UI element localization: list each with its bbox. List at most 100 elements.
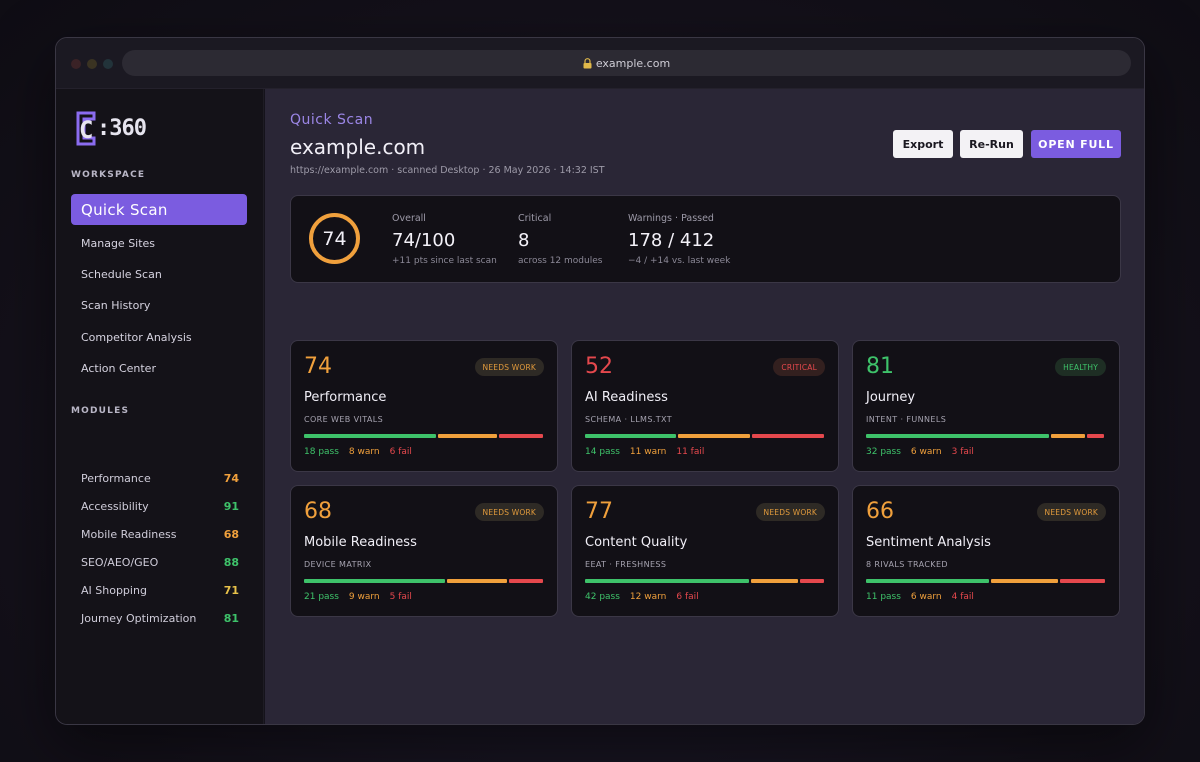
module-label: Journey Optimization <box>81 611 197 625</box>
sidebar-item-schedule-scan[interactable]: Schedule Scan <box>71 259 247 290</box>
stat-critical: Critical 8 across 12 modules <box>518 213 602 266</box>
module-score: 74 <box>223 471 239 485</box>
result-bar <box>585 434 824 438</box>
warn-count: 9 warn <box>348 592 380 602</box>
pass-segment <box>304 579 445 583</box>
result-bar <box>304 434 543 438</box>
card-title: Mobile Readiness <box>304 535 417 550</box>
fail-count: 5 fail <box>389 592 412 602</box>
module-item-accessibility[interactable]: Accessibility 91 <box>71 496 239 516</box>
warn-count: 6 warn <box>910 592 942 602</box>
sidebar-item-competitor-analysis[interactable]: Competitor Analysis <box>71 322 247 353</box>
result-counts: 32 pass 6 warn 3 fail <box>866 447 974 457</box>
module-card[interactable]: 66 NEEDS WORK Sentiment Analysis 8 RIVALS T… <box>852 485 1120 617</box>
card-title: AI Readiness <box>585 390 668 405</box>
minimize-window-dot[interactable] <box>87 59 97 69</box>
module-card[interactable]: 74 NEEDS WORK Performance CORE WEB VITALS 18… <box>290 340 558 472</box>
rerun-button[interactable]: Re-Run <box>960 130 1023 158</box>
module-item-performance[interactable]: Performance 74 <box>71 468 239 488</box>
module-item-ai-shopping[interactable]: AI Shopping 71 <box>71 580 239 600</box>
overall-score-number: 74 <box>322 227 347 250</box>
module-score: 91 <box>223 499 239 513</box>
pass-count: 14 pass <box>585 447 620 457</box>
url-text: example.com <box>595 56 671 70</box>
stat-label: Warnings · Passed <box>628 213 714 224</box>
modules-section-label: MODULES <box>71 406 130 416</box>
stat-warnings-passed: Warnings · Passed 178 / 412 −4 / +14 vs.… <box>628 213 730 266</box>
result-counts: 14 pass 11 warn 11 fail <box>585 447 704 457</box>
pass-count: 32 pass <box>866 447 901 457</box>
stat-label: Overall <box>392 213 426 224</box>
sidebar-item-action-center[interactable]: Action Center <box>71 353 247 384</box>
logo-mark-icon: C <box>76 111 96 145</box>
status-badge: HEALTHY <box>1055 358 1106 376</box>
card-subtitle: CORE WEB VITALS <box>304 415 384 424</box>
module-card[interactable]: 77 NEEDS WORK Content Quality EEAT · FRESHN… <box>571 485 839 617</box>
card-title: Journey <box>866 390 916 405</box>
summary-panel: 74 Overall 74/100 +11 pts since last sca… <box>290 195 1121 283</box>
fail-count: 6 fail <box>676 592 699 602</box>
card-title: Content Quality <box>585 535 688 550</box>
module-label: Performance <box>81 471 151 485</box>
lock-icon <box>583 57 592 68</box>
warn-count: 11 warn <box>629 447 667 457</box>
card-subtitle: INTENT · FUNNELS <box>866 415 947 424</box>
warn-segment <box>678 434 750 438</box>
warn-segment <box>1051 434 1085 438</box>
result-bar <box>866 579 1105 583</box>
stat-sub: across 12 modules <box>518 256 603 266</box>
pass-count: 18 pass <box>304 447 339 457</box>
pass-segment <box>866 434 1049 438</box>
module-score: 71 <box>223 583 239 597</box>
result-counts: 18 pass 8 warn 6 fail <box>304 447 412 457</box>
maximize-window-dot[interactable] <box>103 59 113 69</box>
module-score: 88 <box>223 555 239 569</box>
scan-meta: https://example.com · scanned Desktop · … <box>290 165 605 176</box>
fail-segment <box>509 579 543 583</box>
module-score: 68 <box>223 527 239 541</box>
address-bar[interactable]: example.com <box>122 50 1131 76</box>
warn-segment <box>751 579 799 583</box>
export-button[interactable]: Export <box>893 130 953 158</box>
logo-letter: C <box>79 116 93 144</box>
module-card[interactable]: 68 NEEDS WORK Mobile Readiness DEVICE MATRI… <box>290 485 558 617</box>
module-item-journey-optimization[interactable]: Journey Optimization 81 <box>71 608 239 628</box>
pass-count: 21 pass <box>304 592 339 602</box>
breadcrumb[interactable]: Quick Scan <box>290 112 373 128</box>
module-card[interactable]: 52 CRITICAL AI Readiness SCHEMA · LLMS.TXT 1… <box>571 340 839 472</box>
result-counts: 21 pass 9 warn 5 fail <box>304 592 412 602</box>
card-score: 66 <box>866 499 894 524</box>
fail-segment <box>499 434 543 438</box>
card-score: 81 <box>866 354 894 379</box>
module-label: SEO/AEO/GEO <box>81 555 159 569</box>
pass-count: 11 pass <box>866 592 901 602</box>
result-counts: 11 pass 6 warn 4 fail <box>866 592 974 602</box>
fail-count: 4 fail <box>951 592 974 602</box>
warn-count: 12 warn <box>629 592 667 602</box>
fail-count: 6 fail <box>389 447 412 457</box>
card-score: 52 <box>585 354 613 379</box>
fail-segment <box>1087 434 1104 438</box>
main-content: Quick Scan example.com https://example.c… <box>265 89 1144 724</box>
card-score: 74 <box>304 354 332 379</box>
close-window-dot[interactable] <box>71 59 81 69</box>
result-bar <box>304 579 543 583</box>
module-label: Accessibility <box>81 499 149 513</box>
status-badge: NEEDS WORK <box>755 503 825 521</box>
module-item-mobile-readiness[interactable]: Mobile Readiness 68 <box>71 524 239 544</box>
fail-segment <box>800 579 824 583</box>
sidebar-item-quick-scan[interactable]: Quick Scan <box>71 194 247 225</box>
module-label: Mobile Readiness <box>81 527 177 541</box>
module-card[interactable]: 81 HEALTHY Journey INTENT · FUNNELS 32 pass 6… <box>852 340 1120 472</box>
card-score: 68 <box>304 499 332 524</box>
warn-segment <box>991 579 1058 583</box>
status-badge: NEEDS WORK <box>474 358 544 376</box>
pass-segment <box>585 579 750 583</box>
sidebar-item-scan-history[interactable]: Scan History <box>71 290 247 321</box>
module-item-seo-aeo-geo[interactable]: SEO/AEO/GEO 88 <box>71 552 239 572</box>
brand-logo[interactable]: C :360 <box>70 108 147 148</box>
open-full-button[interactable]: OPEN FULL <box>1031 130 1121 158</box>
sidebar-item-manage-sites[interactable]: Manage Sites <box>71 228 247 259</box>
status-badge: NEEDS WORK <box>1036 503 1106 521</box>
stat-value: 178 / 412 <box>628 230 715 251</box>
